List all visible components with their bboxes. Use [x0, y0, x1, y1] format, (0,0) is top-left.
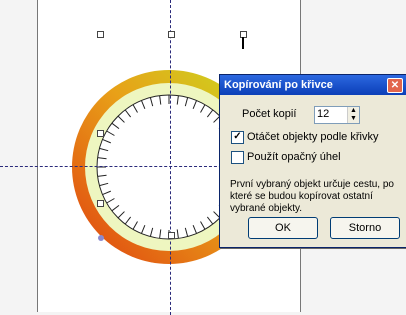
copy-count-stepper[interactable]: 12 ▲ ▼ — [314, 106, 360, 124]
reverse-angle-label[interactable]: Použít opačný úhel — [247, 151, 341, 163]
selection-handle[interactable] — [168, 31, 175, 38]
selection-handle[interactable] — [97, 130, 104, 137]
rotate-objects-checkbox[interactable]: ✓ — [231, 131, 244, 144]
cursor-marker — [242, 37, 244, 49]
dialog-title: Kopírování po křivce — [224, 79, 333, 91]
vertical-guide-line[interactable] — [170, 0, 171, 315]
copy-count-row: Počet kopií 12 ▲ ▼ — [242, 106, 360, 124]
selection-handle[interactable] — [168, 232, 175, 239]
reverse-angle-checkbox[interactable] — [231, 151, 244, 164]
selection-handle[interactable] — [97, 200, 104, 207]
ok-button[interactable]: OK — [248, 217, 318, 239]
cancel-button[interactable]: Storno — [330, 217, 400, 239]
copy-along-curve-dialog: Kopírování po křivce ✕ Počet kopií 12 ▲ … — [219, 74, 406, 248]
rotate-objects-label[interactable]: Otáčet objekty podle křivky — [247, 131, 378, 143]
selection-handle[interactable] — [97, 31, 104, 38]
close-icon[interactable]: ✕ — [387, 78, 403, 93]
stepper-down-icon[interactable]: ▼ — [348, 115, 359, 123]
stepper-arrows[interactable]: ▲ ▼ — [347, 107, 359, 123]
info-text: První vybraný objekt určuje cestu, po kt… — [230, 179, 394, 214]
copy-count-label: Počet kopií — [242, 108, 297, 120]
ring-node — [98, 235, 104, 241]
dialog-titlebar[interactable]: Kopírování po křivce ✕ — [220, 75, 406, 95]
copy-count-value[interactable]: 12 — [317, 108, 329, 120]
stepper-up-icon[interactable]: ▲ — [348, 107, 359, 115]
